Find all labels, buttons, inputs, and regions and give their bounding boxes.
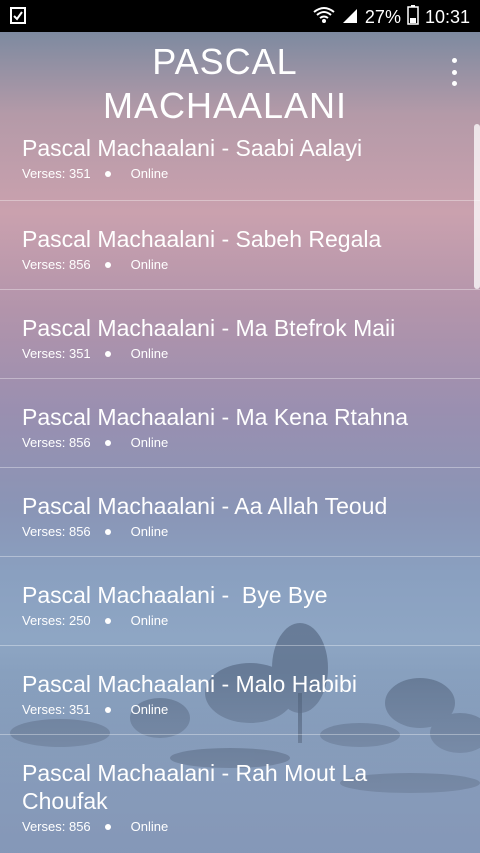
song-list: Pascal Machaalani - Saabi Aalayi Verses:… (0, 126, 480, 845)
signal-icon (341, 6, 359, 29)
status-dot (104, 350, 111, 357)
status-bar: 27% 10:31 (0, 0, 480, 32)
status-dot (104, 617, 111, 624)
status-dot (104, 823, 111, 830)
list-item[interactable]: Pascal Machaalani - Malo Habibi Verses: … (0, 646, 480, 735)
list-item[interactable]: Pascal Machaalani - Rah Mout La Choufak … (0, 735, 480, 845)
battery-percent: 27% (364, 7, 401, 27)
status-dot (104, 706, 111, 713)
list-item[interactable]: Pascal Machaalani - Saabi Aalayi Verses:… (0, 126, 480, 201)
status-dot (104, 528, 111, 535)
checklist-icon (10, 6, 26, 29)
overflow-menu-icon[interactable] (450, 58, 458, 86)
wifi-icon (313, 6, 335, 29)
page-title: PASCAL MACHAALANI (102, 41, 348, 126)
list-item[interactable]: Pascal Machaalani - Sabeh Regala Verses:… (0, 201, 480, 290)
status-dot (104, 261, 111, 268)
clock: 10:31 (424, 7, 470, 27)
scrollbar[interactable] (474, 124, 480, 289)
list-item[interactable]: Pascal Machaalani - Ma Btefrok Maii Vers… (0, 290, 480, 379)
list-item[interactable]: Pascal Machaalani - Bye Bye Verses: 250 O… (0, 557, 480, 646)
app-header: PASCAL MACHAALANI (0, 32, 480, 126)
status-dot (104, 439, 111, 446)
list-item[interactable]: Pascal Machaalani - Aa Allah Teoud Verse… (0, 468, 480, 557)
list-item[interactable]: Pascal Machaalani - Ma Kena Rtahna Verse… (0, 379, 480, 468)
battery-icon (407, 5, 419, 30)
status-dot (104, 170, 111, 177)
